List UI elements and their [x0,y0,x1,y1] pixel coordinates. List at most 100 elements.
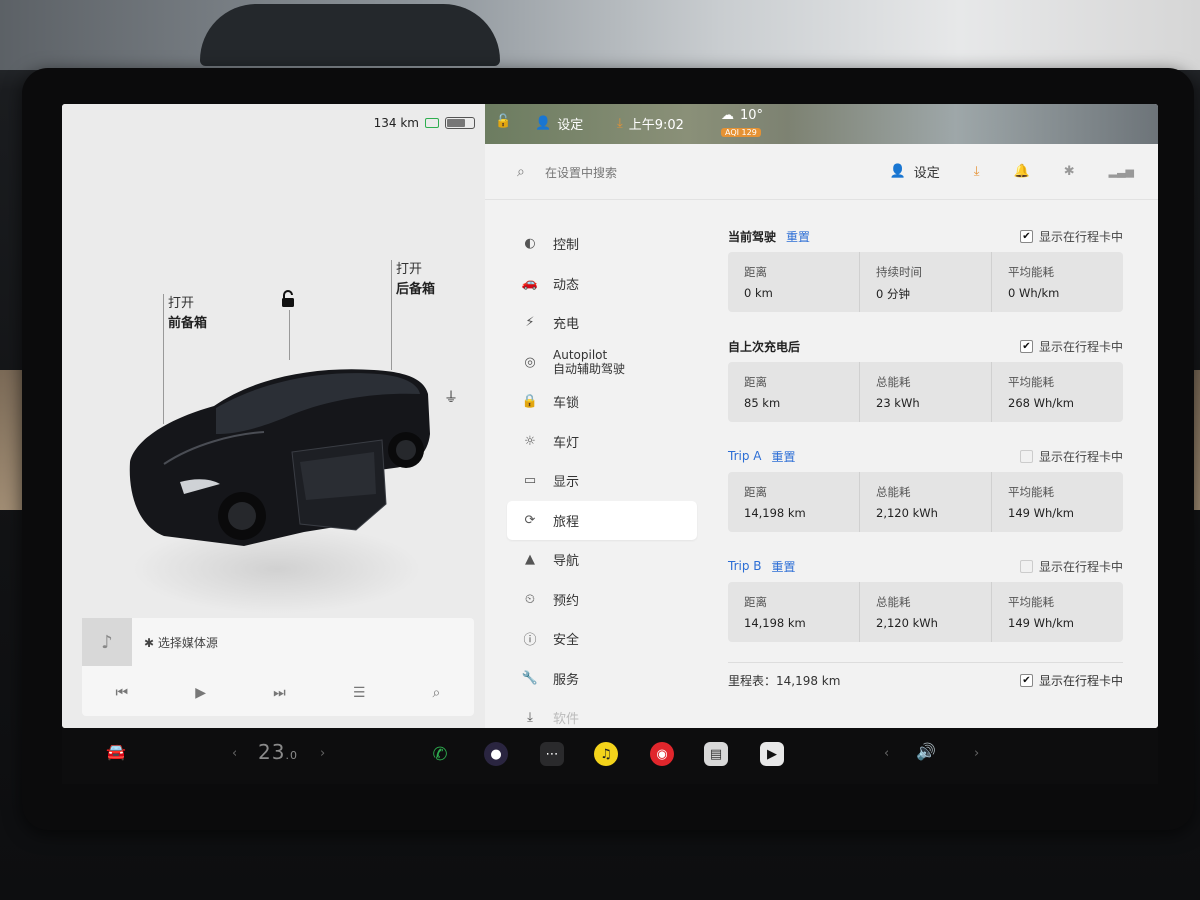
checkbox[interactable]: ✔ [1019,674,1033,687]
trunk-label-2: 后备箱 [396,282,436,297]
cabin-temperature[interactable]: 23.0 [258,740,298,764]
profile-button[interactable]: 👤 设定 [890,162,940,181]
trip-stats: 距离 14,198 km 总能耗 2,120 kWh 平均能耗 149 Wh/km [728,472,1123,532]
menu-item-0[interactable]: ◐ 控制 [507,224,697,264]
show-in-card-toggle[interactable]: 显示在行程卡中 [1019,558,1123,575]
menu-item-label: Autopilot 自动辅助驾驶 [553,348,625,376]
trip-stats: 距离 0 km 持续时间 0 分钟 平均能耗 0 Wh/km [728,252,1123,312]
frunk-label-2: 前备箱 [168,316,208,331]
menu-item-8[interactable]: ▲ 导航 [507,540,697,580]
stat-value: 0 分钟 [876,287,910,301]
menu-label-main: Autopilot [553,348,608,363]
menu-item-10[interactable]: ⓘ 安全 [507,619,697,659]
reset-button[interactable]: 重置 [786,228,810,245]
background-car [200,4,500,66]
taskbar: 🚘 ‹ 23.0 › ✆ ● ⋯ ♫ ◉ ▤ ▶ ‹ 🔊 › [62,728,1158,784]
volume-up-chevron-icon[interactable]: › [974,746,979,761]
reset-button[interactable]: 重置 [772,558,796,575]
show-in-card-toggle[interactable]: 显示在行程卡中 [1019,448,1123,465]
trip-section-title: 自上次充电后 [728,339,801,354]
touchscreen: 134 km 打开 前备箱 打开 后备箱 ⏚ ♪ ✱ 选择媒体源 ⏮ ▶ ⏭ ☰… [62,104,1158,728]
menu-item-1[interactable]: 🚗 动态 [507,264,697,304]
next-track-icon[interactable]: ⏭ [273,685,286,701]
menu-item-12[interactable]: ⤓ 软件 [507,698,697,728]
menu-item-3[interactable]: ◎ Autopilot 自动辅助驾驶 [507,343,697,383]
show-in-card-label: 显示在行程卡中 [1038,229,1123,244]
temp-down-chevron-icon[interactable]: ‹ [232,746,237,761]
stat-value: 2,120 kWh [876,506,938,520]
trip-stat: 距离 14,198 km [728,472,860,532]
show-in-card-toggle[interactable]: ✔ 显示在行程卡中 [1019,338,1123,355]
menu-item-11[interactable]: 🔧 服务 [507,659,697,699]
odometer-show-toggle[interactable]: ✔ 显示在行程卡中 [1019,672,1123,689]
lock-pointer-line [289,310,290,360]
person-icon: 👤 [889,164,906,179]
menu-item-7[interactable]: ⟳ 旅程 [507,500,697,540]
previous-track-icon[interactable]: ⏮ [116,685,129,701]
clock: ⤓ 上午9:02 [617,114,684,133]
menu-item-label: 导航 [553,554,580,570]
media-search-icon[interactable]: ⌕ [433,685,441,701]
volume-icon[interactable]: 🔊 [916,742,936,761]
video-app-icon[interactable]: ▶ [760,742,784,766]
trip-stat: 总能耗 2,120 kWh [860,472,992,532]
unlock-icon[interactable] [280,290,296,308]
trip-section: 当前驾驶 重置 ✔ 显示在行程卡中 距离 0 km 持续时间 0 分钟 平均能耗 0 Wh/km [728,224,1123,312]
volume-down-chevron-icon[interactable]: ‹ [884,746,889,761]
notification-bell-icon[interactable]: 🔔 [1014,164,1030,179]
stat-label: 平均能耗 [1008,265,1054,279]
car-icon[interactable]: 🚘 [106,742,126,761]
menu-item-2[interactable]: ⚡ 充电 [507,303,697,343]
settings-header: ⌕ 👤 设定 ⤓ 🔔 ✱ ▂▃▅ [485,144,1158,200]
menu-item-9[interactable]: ⏲ 预约 [507,580,697,620]
stat-value: 23 kWh [876,396,920,410]
car-icon: 🚗 [521,275,539,291]
trunk-open-button[interactable]: 打开 后备箱 [396,260,435,300]
checkbox[interactable] [1019,449,1033,463]
notes-app-icon[interactable]: ▤ [704,742,728,766]
settings-search-input[interactable] [545,162,745,184]
stat-value: 149 Wh/km [1008,616,1075,630]
trip-section-title: Trip A [728,449,762,463]
media-source-button[interactable]: ✱ 选择媒体源 [144,634,218,651]
driver-profile-button[interactable]: 👤 设定 [535,114,583,133]
lock-status-icon[interactable]: 🔓 [495,114,511,129]
light-icon: ☼ [524,433,536,449]
frunk-open-button[interactable]: 打开 前备箱 [168,294,207,334]
more-apps-icon[interactable]: ⋯ [540,742,564,766]
navigation-icon: ▲ [525,552,535,568]
trip-section-header: 当前驾驶 重置 ✔ 显示在行程卡中 [728,224,1123,248]
trip-stat: 距离 14,198 km [728,582,860,642]
menu-item-5[interactable]: ☼ 车灯 [507,422,697,462]
software-update-icon[interactable]: ⤓ [974,164,980,179]
equalizer-icon[interactable]: ☰ [353,685,366,701]
show-in-card-label: 显示在行程卡中 [1038,559,1123,574]
menu-item-label: 安全 [553,633,580,649]
menu-item-6[interactable]: ▭ 显示 [507,461,697,501]
download-icon: ⤓ [527,710,533,726]
driver-profile-label: 设定 [557,118,584,133]
checkbox[interactable]: ✔ [1019,229,1033,243]
phone-icon[interactable]: ✆ [428,742,452,766]
temperature-label: 10° [740,108,764,123]
music-note-icon: ♪ [82,618,132,666]
checkbox[interactable] [1019,559,1033,573]
show-in-card-label: 显示在行程卡中 [1038,449,1123,464]
reset-button[interactable]: 重置 [771,448,795,465]
charge-port-icon[interactable]: ⏚ [444,387,458,407]
temp-up-chevron-icon[interactable]: › [320,746,325,761]
checkbox[interactable]: ✔ [1019,339,1033,353]
stat-label: 总能耗 [876,375,911,389]
music-app-icon[interactable]: ♫ [594,742,618,766]
play-icon[interactable]: ▶ [195,685,206,701]
camera-icon[interactable]: ● [484,742,508,766]
bluetooth-icon[interactable]: ✱ [1064,164,1075,179]
stat-label: 持续时间 [876,265,922,279]
show-in-card-toggle[interactable]: ✔ 显示在行程卡中 [1019,228,1123,245]
menu-item-4[interactable]: 🔒 车锁 [507,382,697,422]
stat-value: 2,120 kWh [876,616,938,630]
netease-music-icon[interactable]: ◉ [650,742,674,766]
car-model-image [129,369,430,546]
trip-section-header: Trip A 重置 显示在行程卡中 [728,444,1123,468]
trip-section-header: 自上次充电后 ✔ 显示在行程卡中 [728,334,1123,358]
